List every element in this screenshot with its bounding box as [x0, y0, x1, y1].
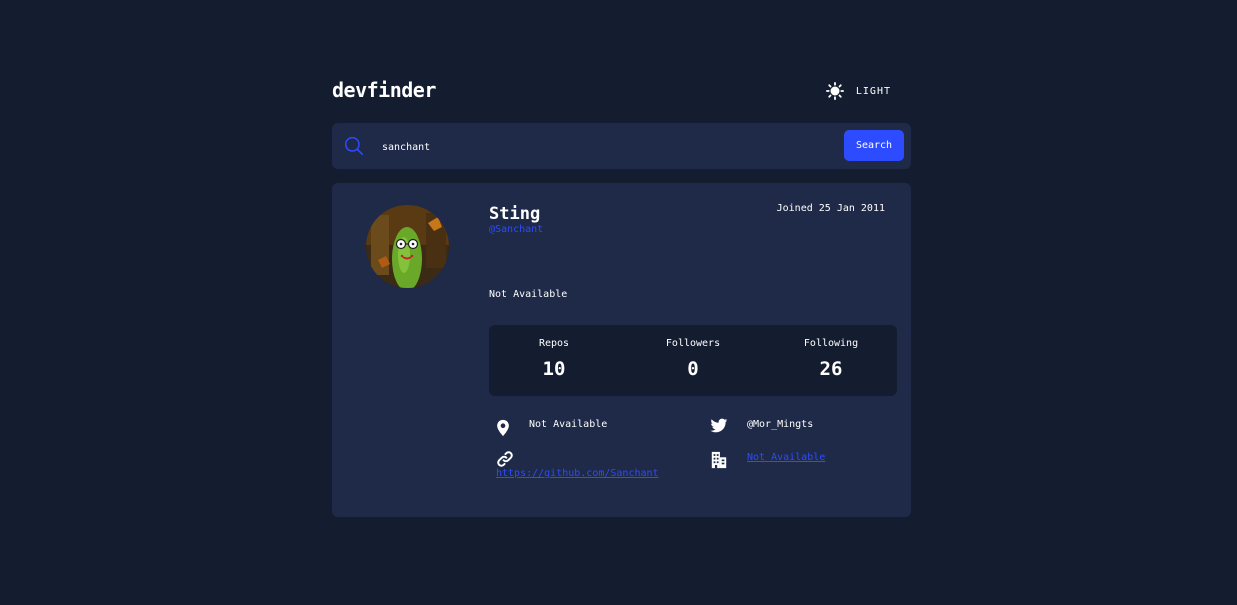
stat-label: Following — [803, 338, 859, 349]
blog-link[interactable]: https://github.com/Sanchant — [496, 468, 659, 479]
theme-toggle-label: LIGHT — [855, 85, 891, 97]
profile-username[interactable]: @Sanchant — [489, 224, 543, 235]
info-blog: https://github.com/Sanchant — [494, 450, 694, 484]
sun-icon — [825, 82, 844, 100]
profile-bio: Not Available — [489, 289, 568, 300]
avatar — [366, 205, 449, 288]
stats-panel: Repos 10 Followers 0 Following 26 — [489, 325, 897, 396]
twitter-text: @Mor_Mingts — [747, 419, 814, 430]
logo: devfinder — [332, 78, 436, 102]
search-button[interactable]: Search — [844, 130, 904, 161]
search-icon — [344, 136, 364, 156]
profile-name: Sting — [489, 204, 541, 224]
stat-value: 26 — [819, 358, 843, 380]
stat-label: Followers — [665, 338, 721, 349]
stat-value: 10 — [542, 358, 566, 380]
profile-card: Sting @Sanchant Joined 25 Jan 2011 Not A… — [332, 183, 911, 517]
stat-label: Repos — [538, 338, 570, 349]
info-twitter: @Mor_Mingts — [710, 417, 900, 439]
info-company: Not Available — [710, 450, 900, 472]
joined-date: Joined 25 Jan 2011 — [776, 203, 885, 214]
search-input[interactable] — [380, 133, 824, 161]
info-location: Not Available — [494, 417, 694, 439]
twitter-icon — [710, 418, 728, 433]
location-pin-icon — [497, 419, 509, 437]
office-building-icon — [711, 451, 727, 469]
search-bar: Search — [332, 123, 911, 169]
header: devfinder LIGHT — [332, 76, 911, 108]
location-text: Not Available — [529, 419, 608, 430]
theme-toggle[interactable]: LIGHT — [825, 82, 891, 100]
link-icon — [497, 451, 513, 467]
company-link[interactable]: Not Available — [747, 452, 825, 463]
stat-value: 0 — [687, 358, 699, 380]
